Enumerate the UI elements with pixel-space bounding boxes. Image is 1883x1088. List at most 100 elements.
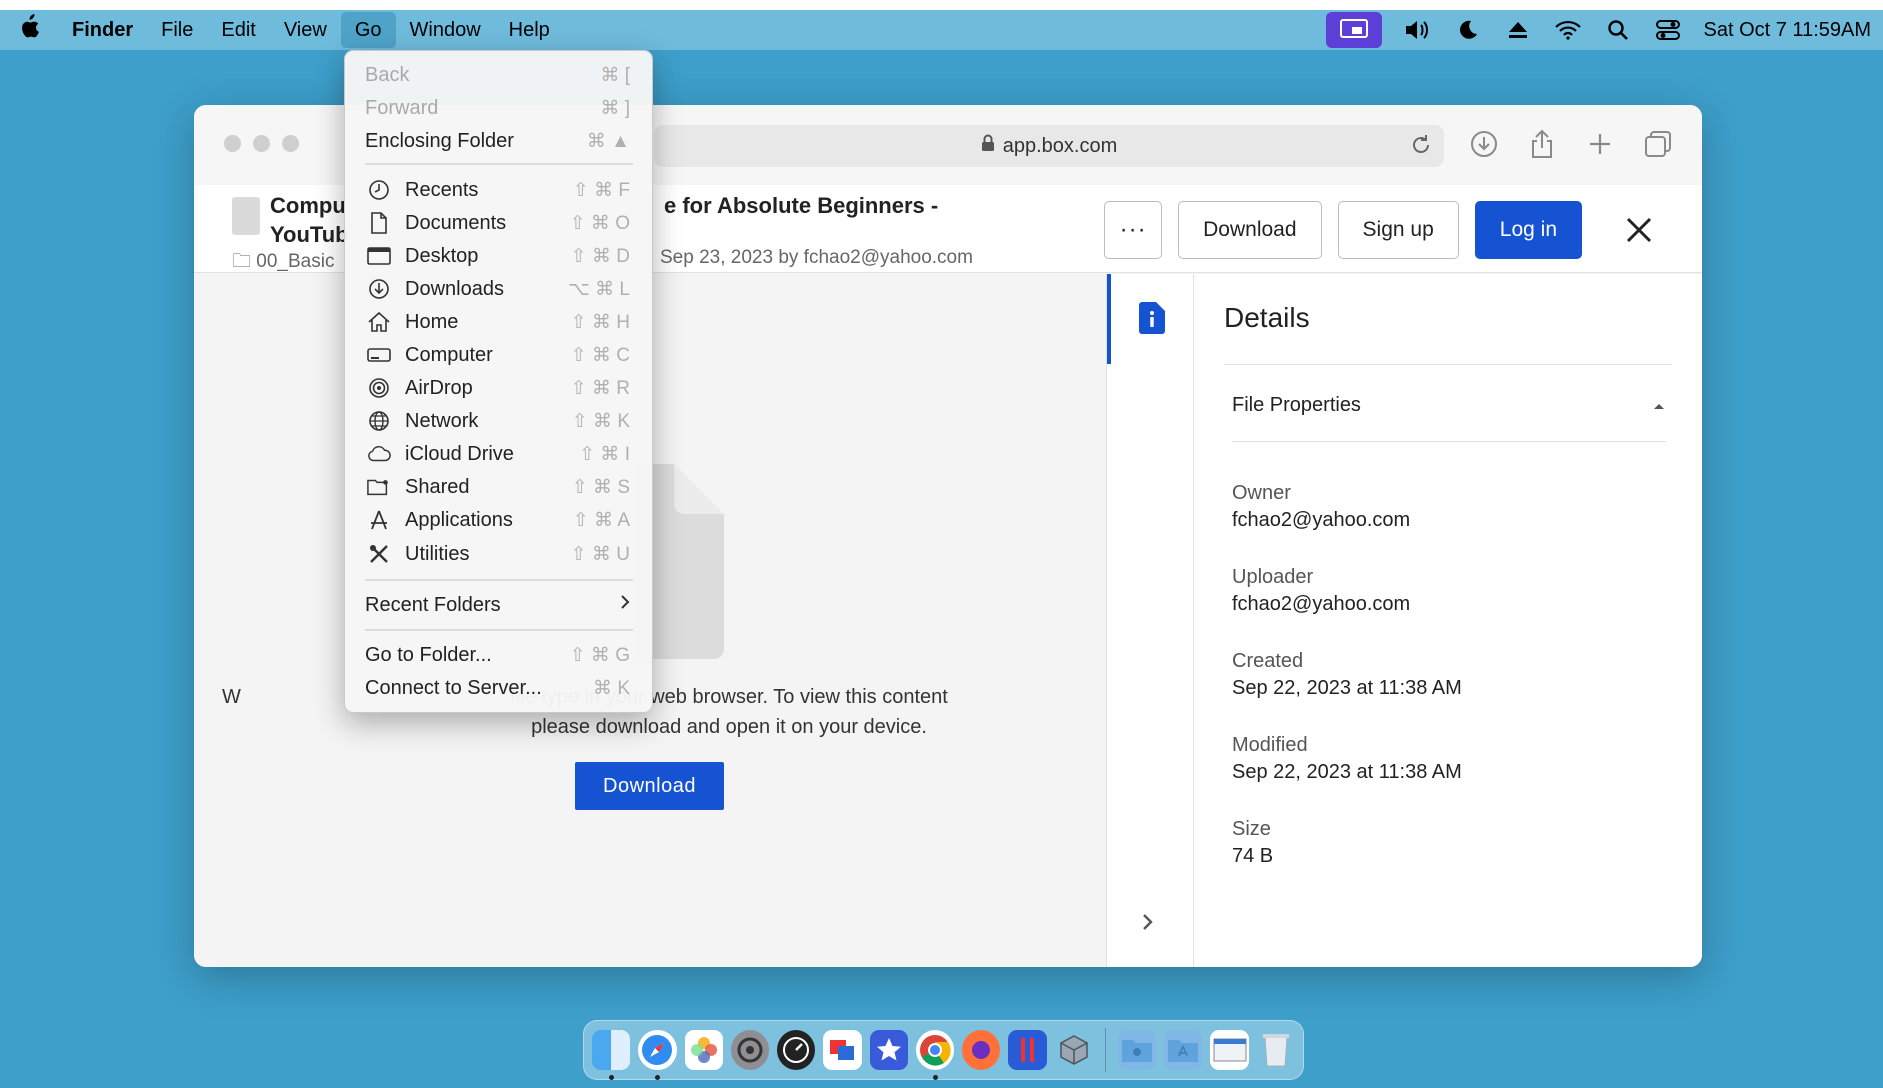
toolbar-actions — [1470, 127, 1672, 161]
applications-folder-icon[interactable] — [1164, 1030, 1203, 1070]
menu-item-shortcut: ⇧ ⌘ S — [571, 476, 630, 498]
menu-separator — [365, 579, 633, 581]
photos-icon[interactable] — [684, 1030, 723, 1070]
menu-item-shortcut: ⇧ ⌘ I — [579, 443, 630, 465]
firefox-icon[interactable] — [962, 1030, 1001, 1070]
menu-item-airdrop[interactable]: AirDrop ⇧ ⌘ R — [345, 373, 652, 403]
address-bar[interactable]: app.box.com — [654, 125, 1444, 167]
menu-item-shortcut: ⇧ ⌘ C — [570, 344, 630, 366]
menu-finder[interactable]: Finder — [58, 12, 147, 48]
info-icon[interactable] — [1139, 302, 1165, 334]
new-tab-icon[interactable] — [1586, 127, 1614, 161]
file-icon — [232, 197, 260, 235]
menu-item-applications[interactable]: Applications ⇧ ⌘ A — [345, 505, 652, 535]
menu-item-icloud-drive[interactable]: iCloud Drive ⇧ ⌘ I — [345, 439, 652, 469]
menu-file[interactable]: File — [147, 12, 207, 48]
system-preferences-icon[interactable] — [730, 1030, 770, 1070]
tab-overview-icon[interactable] — [1644, 127, 1672, 161]
menu-item-shortcut: ⌘ K — [593, 677, 630, 699]
window-controls — [224, 135, 299, 152]
header-actions: ··· Download Sign up Log in — [1104, 201, 1702, 259]
property-label: Modified — [1232, 734, 1308, 756]
menu-item-computer[interactable]: Computer ⇧ ⌘ C — [345, 340, 652, 370]
wifi-icon[interactable] — [1554, 16, 1582, 44]
menu-window[interactable]: Window — [396, 12, 495, 48]
property-value: Sep 22, 2023 at 11:38 AM — [1232, 677, 1462, 699]
property-label: Uploader — [1232, 566, 1314, 588]
menu-item-shared[interactable]: Shared ⇧ ⌘ S — [345, 472, 652, 502]
details-title: Details — [1224, 302, 1310, 333]
menu-item-forward[interactable]: Forward ⌘ ] — [345, 93, 652, 123]
document-icon — [367, 211, 391, 235]
file-title-line2: YouTub — [270, 222, 349, 247]
menu-item-recents[interactable]: Recents ⇧ ⌘ F — [345, 175, 652, 205]
chrome-icon[interactable] — [915, 1030, 955, 1080]
menu-item-network[interactable]: Network ⇧ ⌘ K — [345, 406, 652, 436]
reload-icon[interactable] — [1410, 134, 1432, 162]
property-label: Size — [1232, 818, 1271, 840]
menu-item-label: Utilities — [405, 542, 470, 565]
close-window-button[interactable] — [224, 135, 241, 152]
downloads-icon[interactable] — [1470, 127, 1498, 161]
close-icon[interactable] — [1610, 201, 1668, 259]
caret-up-icon[interactable] — [1652, 398, 1666, 416]
remote-desktop-icon[interactable] — [823, 1030, 862, 1070]
download-button[interactable]: Download — [1178, 201, 1322, 259]
menu-item-desktop[interactable]: Desktop ⇧ ⌘ D — [345, 241, 652, 271]
menu-item-label: Recent Folders — [365, 593, 501, 616]
log-in-button[interactable]: Log in — [1474, 201, 1582, 259]
menu-item-documents[interactable]: Documents ⇧ ⌘ O — [345, 208, 652, 238]
dock — [583, 1020, 1304, 1080]
share-icon[interactable] — [1528, 127, 1556, 161]
menu-item-label: Go to Folder... — [365, 643, 492, 666]
safari-icon[interactable] — [638, 1030, 677, 1080]
menu-item-downloads[interactable]: Downloads ⌥ ⌘ L — [345, 274, 652, 304]
cloud-icon — [367, 442, 391, 466]
zoom-window-button[interactable] — [282, 135, 299, 152]
menu-item-recent-folders[interactable]: Recent Folders — [345, 590, 652, 620]
control-center-icon[interactable] — [1654, 16, 1682, 44]
menu-view[interactable]: View — [270, 12, 341, 48]
sign-up-button[interactable]: Sign up — [1337, 201, 1459, 259]
expand-chevron-icon[interactable] — [1141, 912, 1155, 937]
screen-sharing-icon[interactable] — [1325, 12, 1382, 48]
menu-item-back[interactable]: Back ⌘ [ — [345, 60, 652, 90]
file-properties-toggle[interactable]: File Properties — [1232, 394, 1361, 417]
menu-item-connect-to-server[interactable]: Connect to Server... ⌘ K — [345, 673, 652, 703]
preview-download-button[interactable]: Download — [575, 762, 724, 810]
imovie-icon[interactable] — [869, 1030, 908, 1070]
menu-item-label: Connect to Server... — [365, 676, 542, 699]
finder-icon[interactable] — [592, 1030, 631, 1080]
shared-folder-icon — [367, 475, 391, 499]
menu-help[interactable]: Help — [495, 12, 564, 48]
rail-active-indicator — [1107, 274, 1111, 364]
virtualbox-icon[interactable] — [1055, 1030, 1093, 1070]
moon-icon[interactable] — [1454, 16, 1482, 44]
menu-edit[interactable]: Edit — [207, 12, 269, 48]
preview-icon[interactable] — [1210, 1030, 1249, 1070]
volume-icon[interactable] — [1404, 16, 1432, 44]
activity-monitor-icon[interactable] — [777, 1030, 816, 1070]
minimize-window-button[interactable] — [253, 135, 270, 152]
menu-bar-clock[interactable]: Sat Oct 7 11:59AM — [1704, 19, 1872, 42]
menu-separator — [365, 163, 633, 165]
menu-go[interactable]: Go — [340, 12, 396, 48]
menu-item-shortcut: ⇧ ⌘ A — [572, 509, 630, 531]
search-icon[interactable] — [1604, 16, 1632, 44]
more-options-button[interactable]: ··· — [1104, 201, 1163, 259]
trash-icon[interactable] — [1257, 1030, 1295, 1070]
menu-item-enclosing-folder[interactable]: Enclosing Folder ⌘ ▲ — [345, 126, 652, 156]
airdrop-icon — [367, 376, 391, 400]
menu-item-shortcut: ⇧ ⌘ F — [572, 179, 630, 201]
eject-icon[interactable] — [1504, 16, 1532, 44]
apple-menu-icon[interactable] — [0, 13, 58, 47]
menu-item-go-to-folder[interactable]: Go to Folder... ⇧ ⌘ G — [345, 640, 652, 670]
menu-item-label: Back — [365, 63, 410, 86]
folder-icon[interactable] — [1117, 1030, 1157, 1070]
chevron-right-icon — [620, 594, 630, 616]
parallels-icon[interactable] — [1008, 1030, 1047, 1070]
breadcrumb-folder[interactable]: 00_Basic — [256, 251, 334, 272]
desktop-icon — [367, 244, 391, 268]
menu-item-utilities[interactable]: Utilities ⇧ ⌘ U — [345, 539, 652, 569]
menu-item-home[interactable]: Home ⇧ ⌘ H — [345, 307, 652, 337]
